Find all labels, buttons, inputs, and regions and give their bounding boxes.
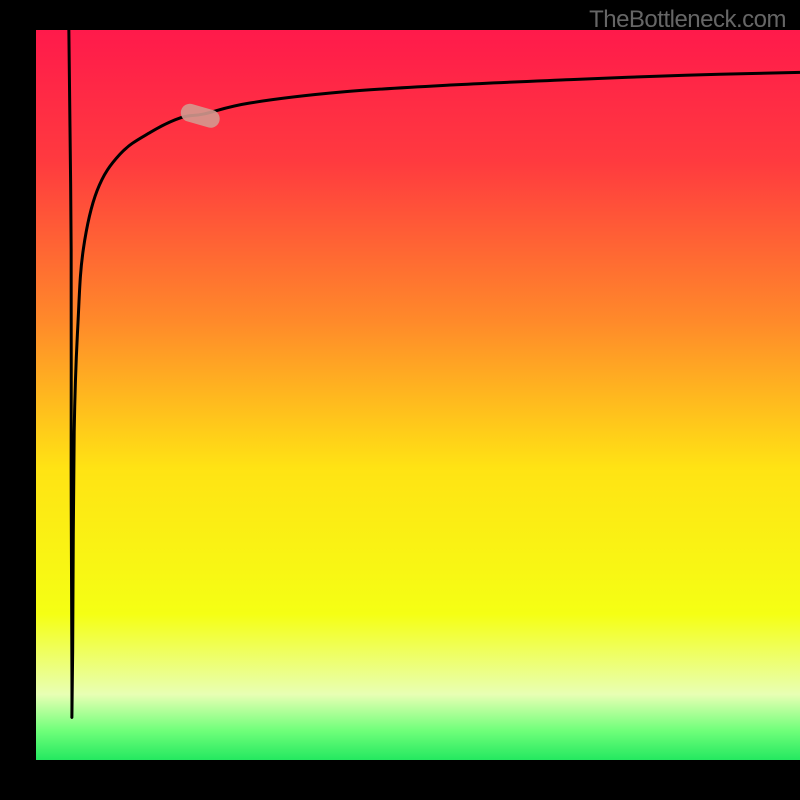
- chart-svg: [0, 0, 800, 800]
- plot-background: [36, 30, 800, 760]
- y-axis: [0, 0, 36, 800]
- bottleneck-chart: TheBottleneck.com: [0, 0, 800, 800]
- attribution-label: TheBottleneck.com: [589, 6, 786, 34]
- x-axis: [0, 760, 800, 800]
